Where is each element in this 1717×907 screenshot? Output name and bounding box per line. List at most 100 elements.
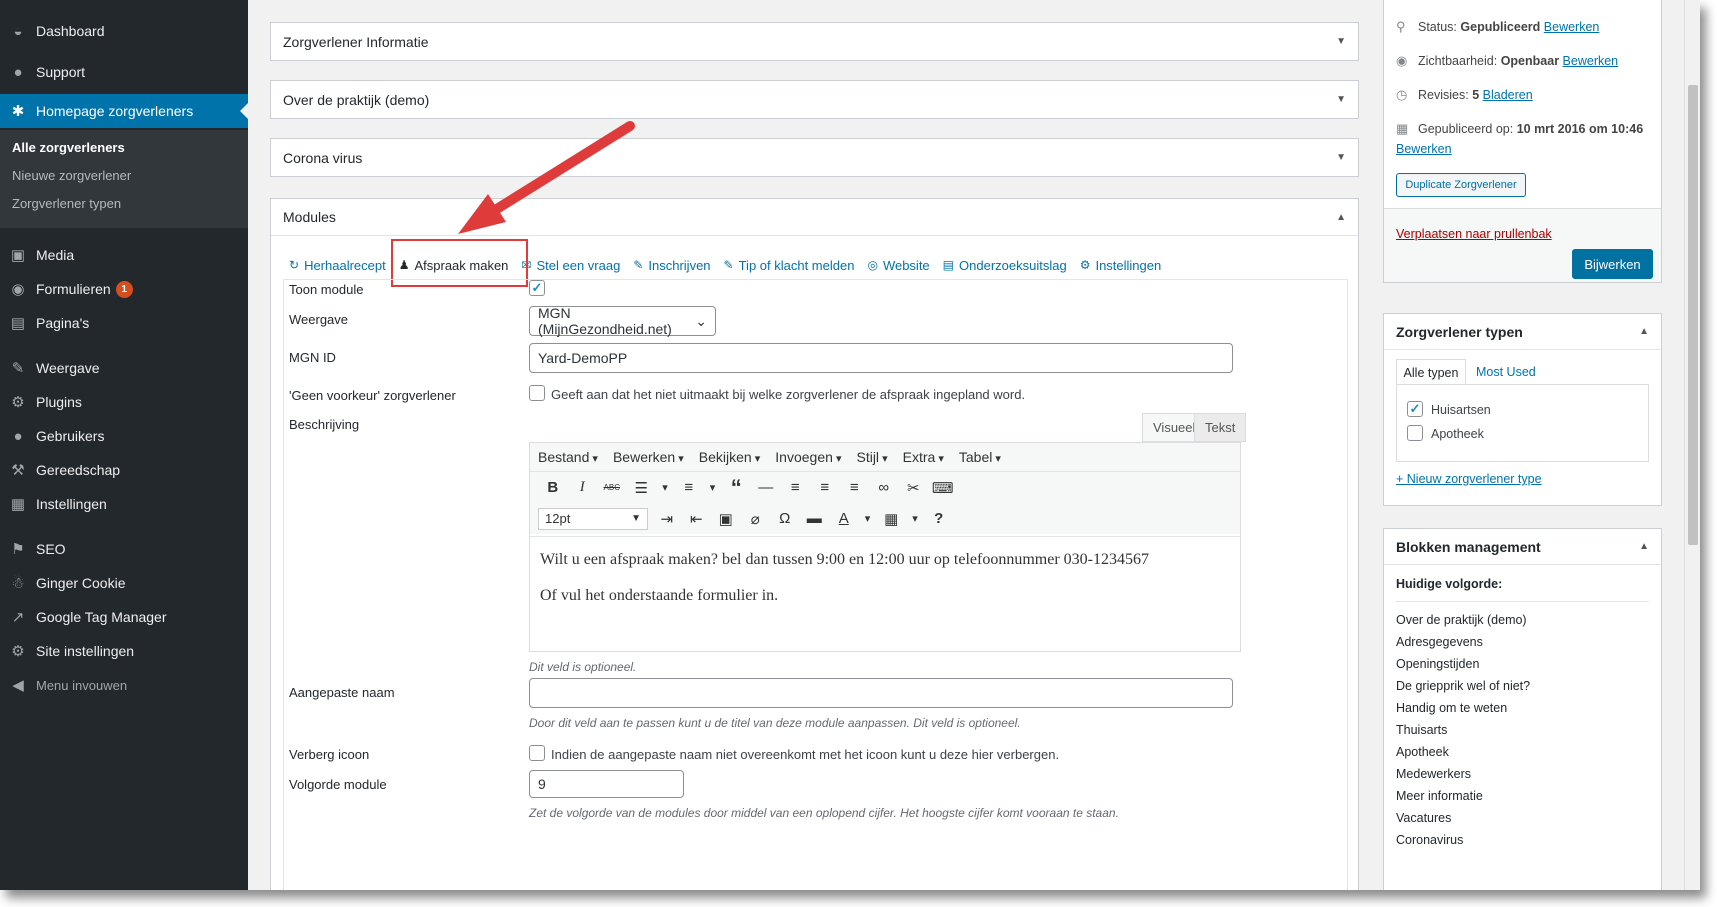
add-new-type-link[interactable]: + Nieuw zorgverlener type — [1396, 472, 1542, 486]
weergave-select[interactable]: MGN (MijnGezondheid.net) ⌄ — [529, 305, 716, 337]
block-item[interactable]: Thuisarts — [1396, 723, 1447, 737]
sidebar-item-media[interactable]: ▣ Media — [0, 238, 248, 272]
sidebar-item-support[interactable]: ● Support — [0, 55, 248, 89]
tab-inschrijven[interactable]: ✎ Inschrijven — [633, 258, 710, 273]
indent-icon[interactable]: ⇥ — [652, 510, 682, 528]
tab-most-used[interactable]: Most Used — [1476, 365, 1536, 379]
sidebar-item-gebruikers[interactable]: ● Gebruikers — [0, 419, 248, 453]
eraser-icon[interactable]: ⌀ — [741, 510, 771, 528]
block-item[interactable]: Over de praktijk (demo) — [1396, 613, 1527, 627]
toon-module-checkbox[interactable]: ✓ — [529, 280, 545, 296]
menu-extra[interactable]: Extra — [903, 449, 944, 465]
submenu-item-alle[interactable]: Alle zorgverleners — [12, 140, 125, 155]
blockquote-icon[interactable]: “ — [722, 475, 752, 501]
sidebar-item-ginger-cookie[interactable]: ☃ Ginger Cookie — [0, 566, 248, 600]
caret-up-icon[interactable]: ▲ — [1639, 326, 1649, 337]
unlink-icon[interactable]: ✂ — [899, 479, 929, 497]
italic-icon[interactable]: I — [568, 479, 598, 496]
box-header[interactable]: Zorgverlener typen ▲ — [1384, 314, 1661, 350]
omega-icon[interactable]: Ω — [770, 510, 800, 527]
menu-bewerken[interactable]: Bewerken — [613, 449, 684, 465]
sidebar-item-weergave[interactable]: ✎ Weergave — [0, 351, 248, 385]
scrollbar-thumb[interactable] — [1688, 85, 1698, 545]
sidebar-item-site-instellingen[interactable]: ⚙ Site instellingen — [0, 634, 248, 668]
sidebar-item-plugins[interactable]: ⚙ Plugins — [0, 385, 248, 419]
sidebar-item-seo[interactable]: ⚑ SEO — [0, 532, 248, 566]
menu-tabel[interactable]: Tabel — [959, 449, 1001, 465]
table-icon[interactable]: ▦ — [877, 510, 907, 528]
tab-alle-typen[interactable]: Alle typen — [1396, 359, 1466, 385]
chevron-down-icon[interactable]: ▾ — [906, 512, 924, 525]
tab-herhaalrecept[interactable]: ↻ Herhaalrecept — [289, 258, 386, 273]
strikethrough-icon[interactable]: ABC — [597, 483, 627, 492]
edit-visibility-link[interactable]: Bewerken — [1563, 54, 1619, 68]
page-scrollbar[interactable] — [1684, 0, 1700, 890]
editor-content[interactable]: Wilt u een afspraak maken? bel dan tusse… — [530, 536, 1240, 651]
align-left-icon[interactable]: ≡ — [781, 479, 811, 496]
browse-revisions-link[interactable]: Bladeren — [1483, 88, 1533, 102]
link-icon[interactable]: ∞ — [869, 479, 899, 496]
block-item[interactable]: Openingstijden — [1396, 657, 1479, 671]
align-center-icon[interactable]: ≡ — [810, 479, 840, 496]
duplicate-button[interactable]: Duplicate Zorgverlener — [1396, 173, 1526, 197]
submenu-item-nieuwe[interactable]: Nieuwe zorgverlener — [12, 168, 131, 183]
chevron-down-icon[interactable]: ▾ — [859, 512, 877, 525]
text-color-icon[interactable]: A — [829, 510, 859, 527]
sidebar-item-gereedschap[interactable]: ⚒ Gereedschap — [0, 453, 248, 487]
paste-icon[interactable]: ▣ — [711, 510, 741, 528]
geen-voorkeur-checkbox[interactable] — [529, 385, 545, 401]
sidebar-item-instellingen[interactable]: ▦ Instellingen — [0, 487, 248, 521]
font-size-select[interactable]: 12pt ▼ — [538, 507, 648, 530]
menu-invoegen[interactable]: Invoegen — [775, 449, 841, 465]
menu-stijl[interactable]: Stijl — [856, 449, 887, 465]
tab-website[interactable]: ◎ Website — [867, 258, 929, 273]
block-item[interactable]: Coronavirus — [1396, 833, 1463, 847]
box-header[interactable]: Modules ▲ — [271, 199, 1358, 236]
block-item[interactable]: Vacatures — [1396, 811, 1451, 825]
sidebar-item-google-tag-manager[interactable]: ↗ Google Tag Manager — [0, 600, 248, 634]
sidebar-item-homepage-zorgverleners[interactable]: ✱ Homepage zorgverleners — [0, 94, 248, 128]
huisartsen-checkbox[interactable]: ✓ — [1407, 401, 1423, 417]
toolbar-toggle-icon[interactable]: ⌨ — [928, 479, 958, 497]
chevron-down-icon[interactable]: ▾ — [656, 481, 674, 494]
mgn-id-input[interactable]: Yard-DemoPP — [529, 343, 1233, 373]
box-header[interactable]: Corona virus ▼ — [271, 139, 1358, 176]
caret-down-icon[interactable]: ▼ — [1336, 36, 1346, 47]
chevron-down-icon[interactable]: ▾ — [704, 481, 722, 494]
menu-bestand[interactable]: Bestand — [538, 449, 598, 465]
edit-date-link[interactable]: Bewerken — [1396, 142, 1452, 156]
apotheek-checkbox[interactable] — [1407, 425, 1423, 441]
tab-onderzoeksuitslag[interactable]: ▤ Onderzoeksuitslag — [943, 258, 1067, 273]
aangepaste-naam-input[interactable] — [529, 678, 1233, 708]
bullet-list-icon[interactable]: ☰ — [627, 479, 657, 497]
block-item[interactable]: Meer informatie — [1396, 789, 1483, 803]
volgorde-module-input[interactable]: 9 — [529, 770, 684, 798]
bold-icon[interactable]: B — [538, 479, 568, 496]
outdent-icon[interactable]: ⇤ — [682, 510, 712, 528]
numbered-list-icon[interactable]: ≡ — [674, 479, 704, 496]
block-item[interactable]: Medewerkers — [1396, 767, 1471, 781]
sidebar-item-dashboard[interactable]: ◒ Dashboard — [0, 14, 248, 48]
edit-status-link[interactable]: Bewerken — [1544, 20, 1600, 34]
block-item[interactable]: De griepprik wel of niet? — [1396, 679, 1530, 693]
caret-up-icon[interactable]: ▲ — [1336, 212, 1346, 223]
block-item[interactable]: Adresgegevens — [1396, 635, 1483, 649]
tab-stel-een-vraag[interactable]: ✉ Stel een vraag — [521, 258, 620, 273]
sidebar-collapse[interactable]: ◀ Menu invouwen — [0, 668, 248, 702]
sidebar-item-paginas[interactable]: ▤ Pagina's — [0, 306, 248, 340]
tab-tip-of-klacht[interactable]: ✎ Tip of klacht melden — [724, 258, 855, 273]
box-header[interactable]: Over de praktijk (demo) ▼ — [271, 81, 1358, 118]
tab-instellingen[interactable]: ⚙ Instellingen — [1080, 258, 1162, 273]
sidebar-item-formulieren[interactable]: ◉ Formulieren 1 — [0, 272, 248, 306]
box-header[interactable]: Zorgverlener Informatie ▼ — [271, 23, 1358, 60]
block-item[interactable]: Apotheek — [1396, 745, 1449, 759]
caret-down-icon[interactable]: ▼ — [1336, 94, 1346, 105]
caret-down-icon[interactable]: ▼ — [1336, 152, 1346, 163]
block-item[interactable]: Handig om te weten — [1396, 701, 1507, 715]
update-button[interactable]: Bijwerken — [1572, 249, 1653, 279]
help-icon[interactable]: ? — [924, 510, 954, 527]
tab-tekst[interactable]: Tekst — [1194, 413, 1247, 442]
verberg-icoon-checkbox[interactable] — [529, 745, 545, 761]
menu-bekijken[interactable]: Bekijken — [699, 449, 761, 465]
caret-up-icon[interactable]: ▲ — [1639, 541, 1649, 552]
